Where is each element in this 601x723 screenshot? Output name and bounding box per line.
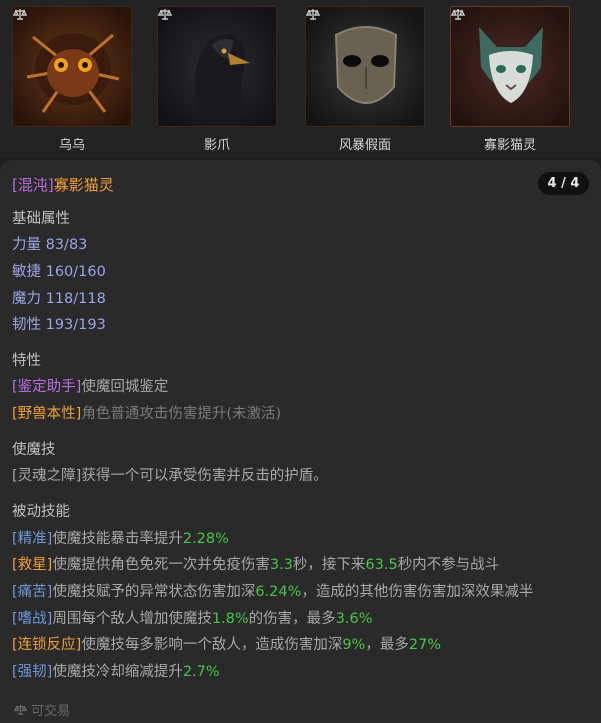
passive-skills-header: 被动技能 bbox=[12, 504, 70, 520]
stat-strength: 力量 83/83 bbox=[12, 237, 88, 253]
scale-icon bbox=[158, 9, 172, 20]
stat-toughness: 韧性 193/193 bbox=[12, 317, 106, 333]
traits-header: 特性 bbox=[12, 353, 41, 369]
pet-card-4-name: 寡影猫灵 bbox=[483, 138, 536, 153]
tradeable-indicator: 可交易 bbox=[13, 700, 71, 719]
base-stats-header: 基础属性 bbox=[12, 211, 70, 227]
stat-agility: 敏捷 160/160 bbox=[12, 264, 106, 280]
pet-card-4[interactable] bbox=[450, 6, 570, 127]
scale-icon bbox=[13, 704, 28, 715]
pet-card-3[interactable] bbox=[305, 6, 425, 127]
passive-6: [强韧]使魔技冷却缩减提升2.7% bbox=[12, 664, 220, 680]
pet-portrait-3 bbox=[306, 7, 424, 126]
scale-icon bbox=[306, 9, 320, 20]
pet-title: [混沌]寡影猫灵 bbox=[12, 174, 114, 195]
page-indicator-badge: 4 / 4 bbox=[538, 172, 589, 195]
passive-5: [连锁反应]使魔技每多影响一个敌人，造成伤害加深9%，最多27% bbox=[12, 637, 442, 653]
pet-card-1[interactable] bbox=[12, 6, 132, 127]
pet-card-3-name: 风暴假面 bbox=[338, 138, 391, 153]
tradeable-label: 可交易 bbox=[31, 704, 71, 719]
passive-2: [救星]使魔提供角色免死一次并免疫伤害3.3秒，接下来63.5秒内不参与战斗 bbox=[12, 557, 500, 573]
scale-icon bbox=[451, 9, 465, 20]
trait-2: [野兽本性]角色普通攻击伤害提升(未激活) bbox=[12, 406, 282, 422]
pet-portrait-4 bbox=[451, 7, 569, 126]
passive-1: [精准]使魔技能暴击率提升2.28% bbox=[12, 531, 229, 547]
pet-card-1-name: 乌乌 bbox=[58, 138, 85, 153]
pet-skill-text: [灵魂之障]获得一个可以承受伤害并反击的护盾。 bbox=[12, 468, 328, 484]
pet-card-2[interactable] bbox=[157, 6, 277, 127]
pet-portrait-1 bbox=[13, 7, 131, 126]
pet-name: 寡影猫灵 bbox=[53, 176, 114, 194]
pet-skill-header: 使魔技 bbox=[12, 442, 56, 458]
pet-rarity-prefix: [混沌] bbox=[12, 176, 54, 194]
pet-portrait-2 bbox=[158, 7, 276, 126]
scale-icon bbox=[13, 9, 27, 20]
passive-4: [嗜战]周围每个敌人增加使魔技1.8%的伤害，最多3.6% bbox=[12, 611, 373, 627]
stat-magic: 魔力 118/118 bbox=[12, 291, 106, 307]
pet-card-2-name: 影爪 bbox=[203, 138, 230, 153]
passive-3: [痛苦]使魔技赋予的异常状态伤害加深6.24%，造成的其他伤害伤害加深效果减半 bbox=[12, 584, 534, 600]
trait-1: [鉴定助手]使魔回城鉴定 bbox=[12, 379, 169, 395]
